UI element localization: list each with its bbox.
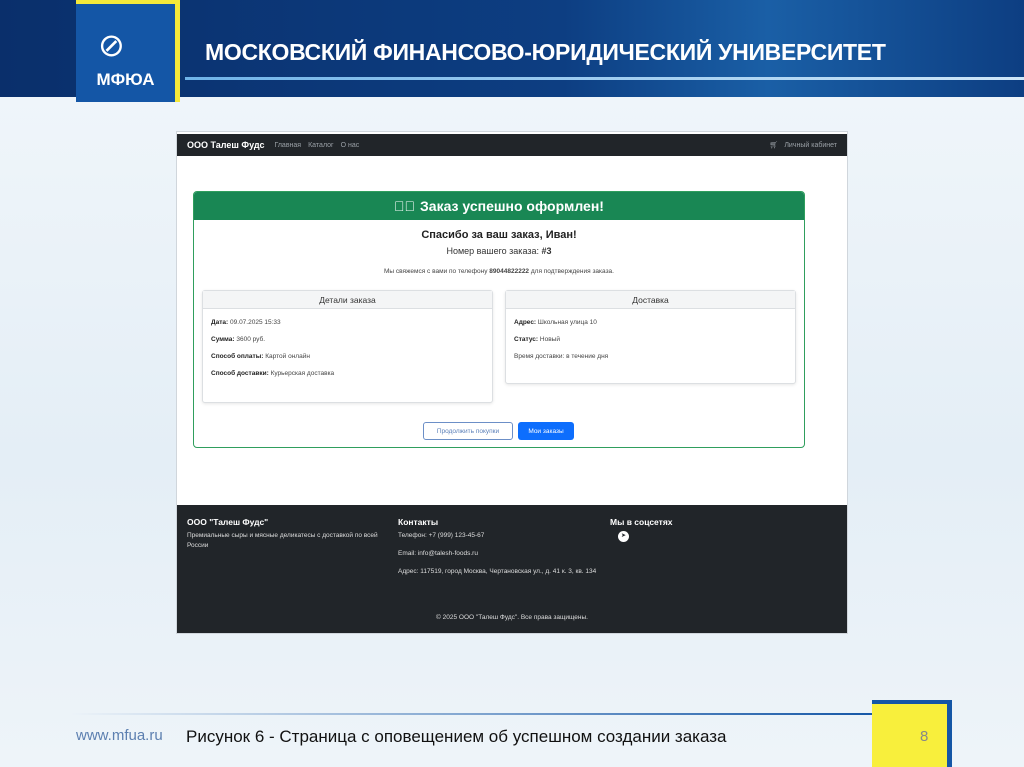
website-screenshot: ООО Талеш Фудс Главная Каталог О нас 🛒︎ Л… <box>176 131 848 634</box>
order-success-card: ✓⃝ Заказ успешно оформлен! Спасибо за ваш… <box>193 191 805 448</box>
page-number-box: 8 <box>872 700 952 767</box>
delivery-title: Доставка <box>506 291 795 309</box>
footer-copyright: © 2025 ООО "Талеш Фудс". Все права защищ… <box>436 614 588 621</box>
site-url: www.mfua.ru <box>76 727 163 744</box>
contact-pre: Мы свяжемся с вами по телефону <box>384 268 488 275</box>
footer-contacts-title: Контакты <box>398 517 439 527</box>
footer-phone: Телефон: +7 (999) 123-45-67 <box>398 532 485 539</box>
footer-email[interactable]: Email: info@talesh-foods.ru <box>398 549 598 559</box>
detail-label: Способ оплаты: <box>211 353 264 360</box>
detail-sum: Сумма: 3600 руб. <box>211 336 492 343</box>
university-title: МОСКОВСКИЙ ФИНАНСОВО-ЮРИДИЧЕСКИЙ УНИВЕРС… <box>205 39 886 65</box>
delivery-address: Адрес: Школьная улица 10 <box>514 319 795 326</box>
order-number-value: #3 <box>541 246 552 256</box>
figure-caption: Рисунок 6 - Страница с оповещением об ус… <box>186 727 727 746</box>
footer-company: ООО "Талеш Фудс" <box>187 517 269 527</box>
delivery-time: Время доставки: в течение дня <box>514 353 609 360</box>
delivery-label: Статус: <box>514 336 539 343</box>
logo-emblem-icon: ⊘ <box>98 27 125 63</box>
nav-brand[interactable]: ООО Талеш Фудс <box>187 140 264 150</box>
delivery-value: Школьная улица 10 <box>537 319 597 326</box>
university-logo: ⊘ МФЮА <box>76 0 180 102</box>
success-title: Заказ успешно оформлен! <box>420 198 604 214</box>
order-details-card: Детали заказа Дата: 09.07.2025 15:33 Сум… <box>202 290 493 403</box>
cart-icon[interactable]: 🛒︎ <box>769 141 778 149</box>
footer-divider <box>70 713 880 715</box>
nav-link-home[interactable]: Главная <box>274 142 301 149</box>
footer-desc: Премиальные сыры и мясные деликатесы с д… <box>187 532 378 549</box>
navbar: ООО Талеш Фудс Главная Каталог О нас 🛒︎ Л… <box>177 134 847 156</box>
detail-label: Дата: <box>211 319 229 326</box>
order-number: Номер вашего заказа: #3 <box>194 246 804 256</box>
page-number: 8 <box>920 728 929 745</box>
delivery-value: Новый <box>539 336 560 343</box>
contact-phone: 89044822222 <box>489 268 530 275</box>
logo-text: МФЮА <box>96 70 155 89</box>
delivery-card: Доставка Адрес: Школьная улица 10 Статус… <box>505 290 796 384</box>
details-title: Детали заказа <box>203 291 492 309</box>
detail-shipping: Способ доставки: Курьерская доставка <box>211 370 492 377</box>
nav-link-catalog[interactable]: Каталог <box>308 142 333 149</box>
detail-label: Сумма: <box>211 336 235 343</box>
footer-address: Адрес: 117519, город Москва, Чертановска… <box>398 568 597 575</box>
check-circle-icon: ✓⃝ <box>394 198 416 214</box>
nav-link-about[interactable]: О нас <box>341 142 360 149</box>
delivery-status: Статус: Новый <box>514 336 795 343</box>
detail-label: Способ доставки: <box>211 370 269 377</box>
site-footer: ООО "Талеш Фудс" Премиальные сыры и мясны… <box>177 505 847 633</box>
detail-value: Картой онлайн <box>265 353 310 360</box>
detail-value: 3600 руб. <box>236 336 266 343</box>
detail-value: 09.07.2025 15:33 <box>230 319 281 326</box>
thanks-text: Спасибо за ваш заказ, Иван! <box>421 229 577 241</box>
contact-post: для подтверждения заказа. <box>530 268 614 275</box>
contact-note: Мы свяжемся с вами по телефону 890448222… <box>194 268 804 275</box>
continue-shopping-button[interactable]: Продолжить покупки <box>423 422 513 440</box>
order-number-label: Номер вашего заказа: <box>446 246 539 256</box>
detail-value: Курьерская доставка <box>270 370 335 377</box>
detail-payment: Способ оплаты: Картой онлайн <box>211 353 492 360</box>
my-orders-button[interactable]: Мои заказы <box>518 422 574 440</box>
detail-date: Дата: 09.07.2025 15:33 <box>211 319 492 326</box>
telegram-icon[interactable]: ➤ <box>618 531 629 542</box>
header-divider <box>185 77 1024 80</box>
nav-account[interactable]: Личный кабинет <box>784 142 837 149</box>
delivery-label: Адрес: <box>514 319 537 326</box>
footer-social-title: Мы в соцсетях <box>610 517 673 527</box>
